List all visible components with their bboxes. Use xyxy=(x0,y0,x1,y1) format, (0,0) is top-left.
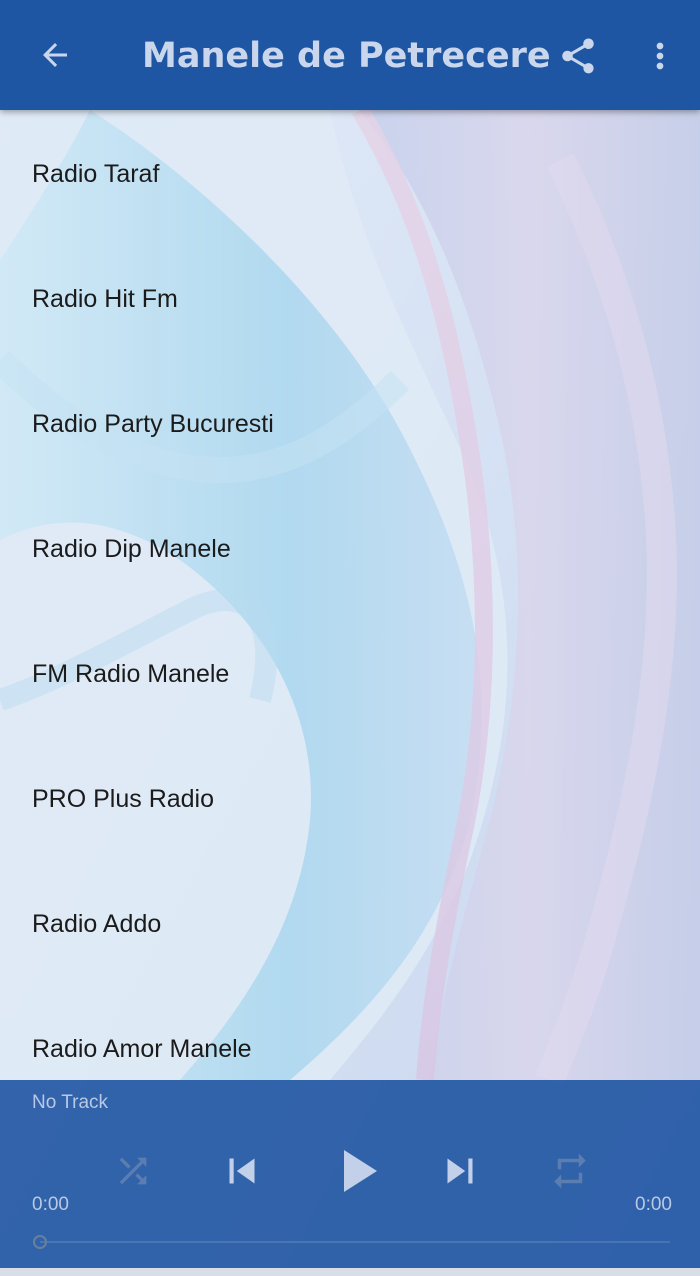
station-label: Radio Hit Fm xyxy=(32,285,178,313)
skip-next-icon xyxy=(447,1158,473,1184)
station-label: Radio Amor Manele xyxy=(32,1035,252,1063)
arrow-left-icon xyxy=(43,43,67,67)
app-title: Manele de Petrecere xyxy=(142,36,551,76)
station-item[interactable]: Radio Addo xyxy=(0,860,700,985)
previous-button[interactable] xyxy=(214,1143,270,1199)
station-label: Radio Dip Manele xyxy=(32,535,231,563)
station-item[interactable]: Radio Taraf xyxy=(0,110,700,235)
station-label: PRO Plus Radio xyxy=(32,785,215,813)
shuffle-button[interactable] xyxy=(108,1146,158,1196)
play-button[interactable] xyxy=(320,1135,392,1207)
seek-track xyxy=(40,1241,670,1243)
share-icon xyxy=(562,38,594,74)
station-label: Radio Taraf xyxy=(32,160,160,188)
station-label: FM Radio Manele xyxy=(32,660,230,688)
play-icon xyxy=(344,1150,377,1192)
repeat-icon xyxy=(554,1153,586,1189)
station-item[interactable]: Radio Party Bucuresti xyxy=(0,360,700,485)
station-list: Radio Taraf Radio Hit Fm Radio Party Buc… xyxy=(0,110,700,1080)
more-vert-icon xyxy=(656,42,664,70)
seek-bar[interactable] xyxy=(32,1232,672,1252)
elapsed-time: 0:00 xyxy=(32,1194,69,1215)
skip-previous-icon xyxy=(229,1158,255,1184)
station-item[interactable]: FM Radio Manele xyxy=(0,610,700,735)
track-title: No Track xyxy=(32,1092,109,1113)
seek-thumb[interactable] xyxy=(33,1235,47,1249)
total-time: 0:00 xyxy=(635,1194,672,1215)
station-item[interactable]: PRO Plus Radio xyxy=(0,735,700,860)
station-item[interactable]: Radio Hit Fm xyxy=(0,235,700,360)
back-button[interactable] xyxy=(30,30,80,80)
screen: Manele de Petrecere Radio Taraf Radio Hi… xyxy=(0,0,700,1276)
app-bar: Manele de Petrecere xyxy=(0,0,700,110)
station-label: Radio Addo xyxy=(32,910,162,938)
shuffle-icon xyxy=(119,1157,147,1185)
repeat-button[interactable] xyxy=(545,1146,595,1196)
system-nav-bar xyxy=(0,1268,700,1276)
station-label: Radio Party Bucuresti xyxy=(32,410,274,438)
more-options-button[interactable] xyxy=(636,30,684,82)
station-item[interactable]: Radio Dip Manele xyxy=(0,485,700,610)
player-panel: No Track 0:00 0:00 xyxy=(0,1080,700,1276)
share-button[interactable] xyxy=(552,30,604,82)
next-button[interactable] xyxy=(432,1143,488,1199)
